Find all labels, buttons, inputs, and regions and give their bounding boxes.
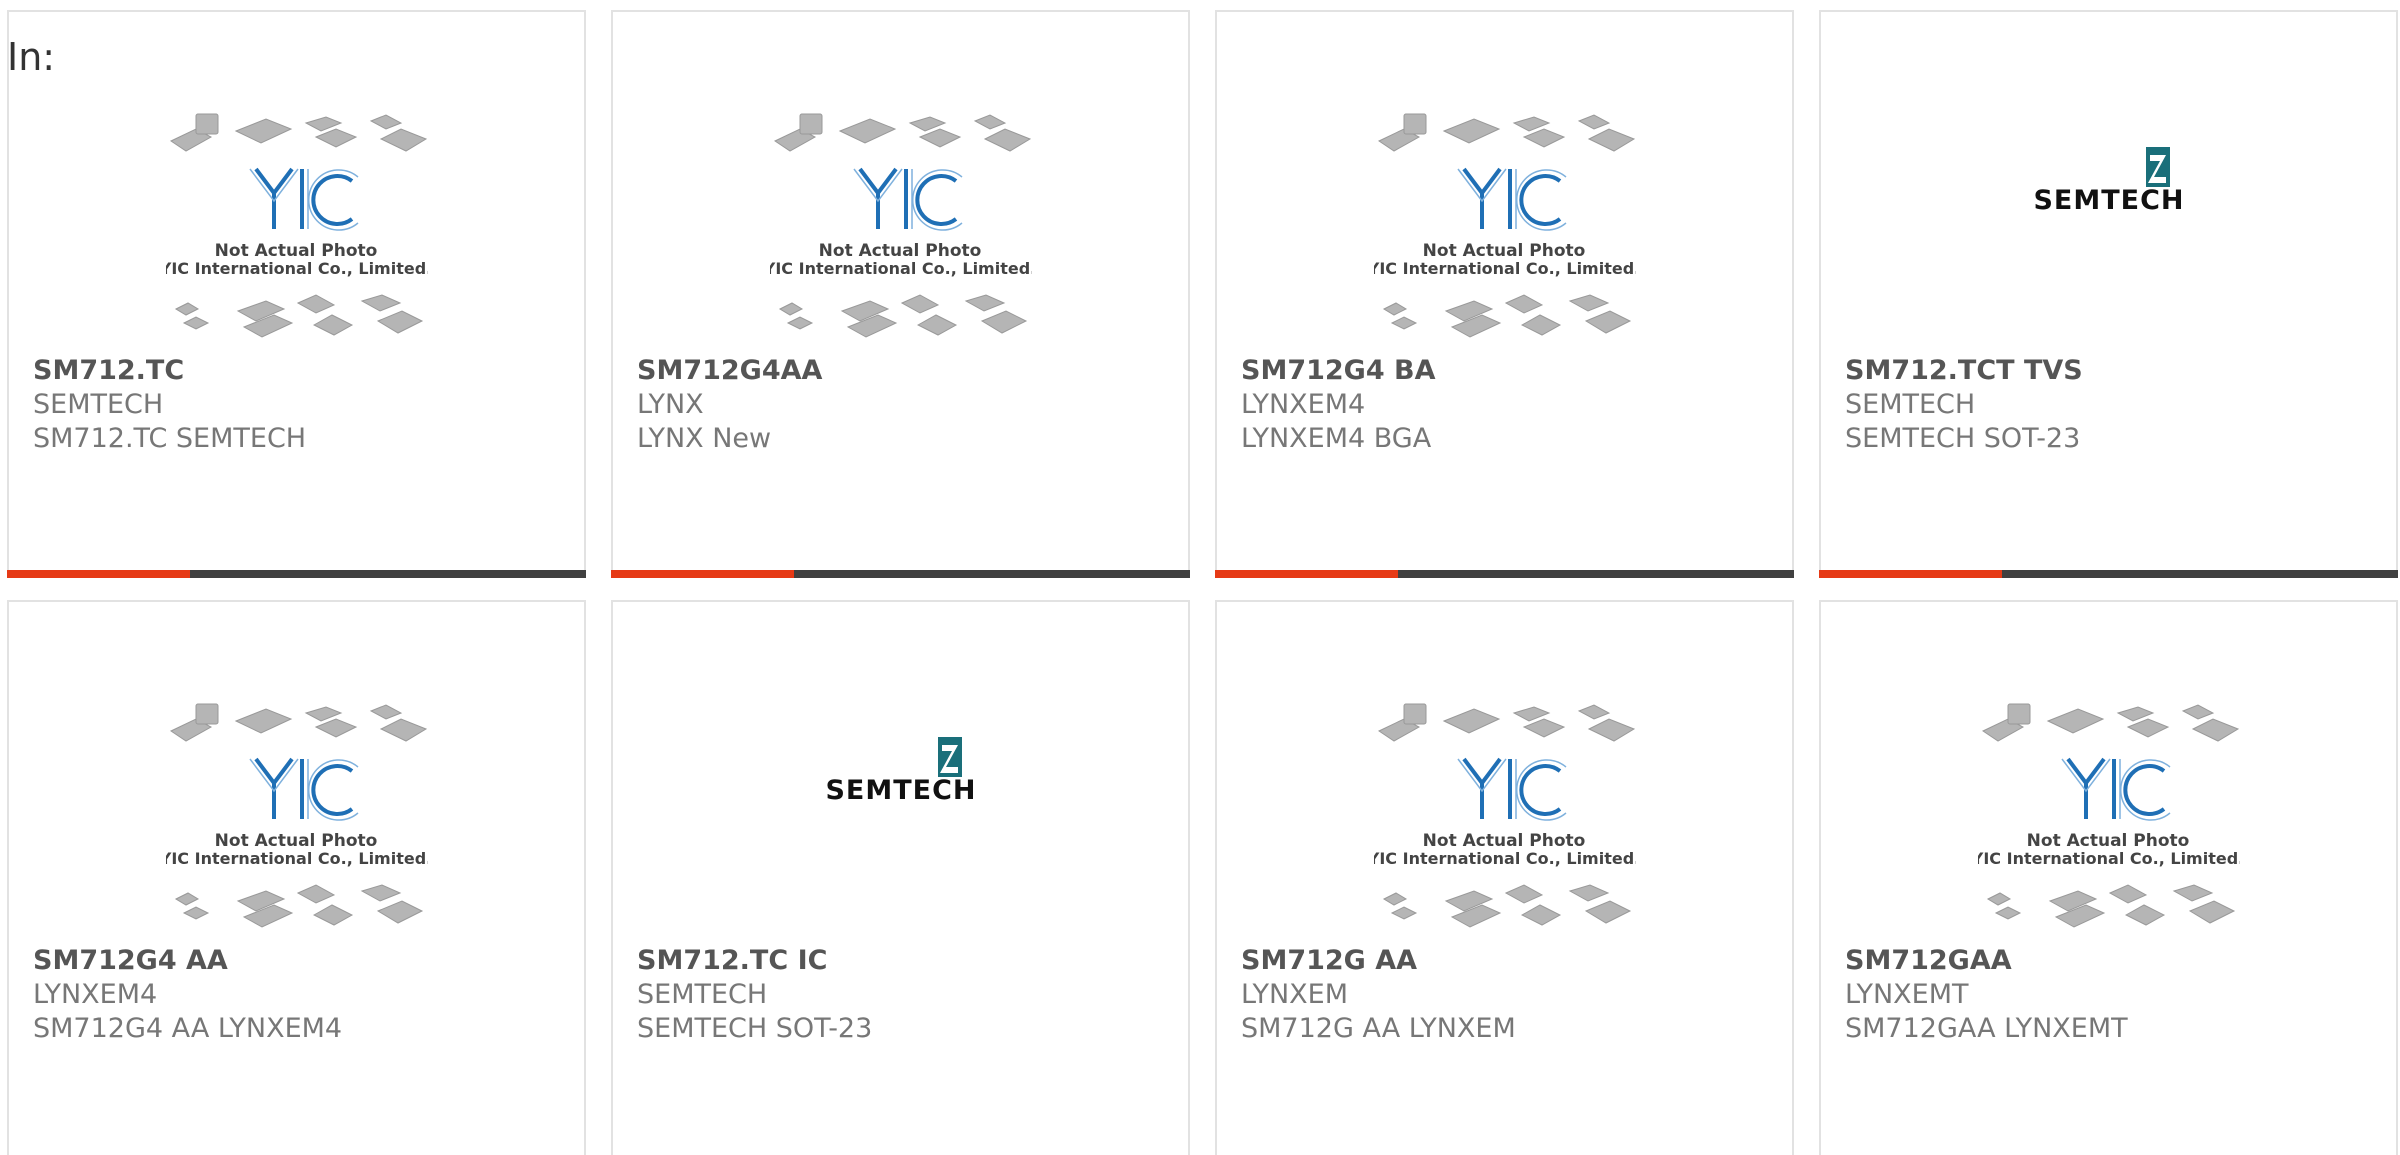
description: SM712G4 AA LYNXEM4	[33, 1013, 343, 1044]
card-accent-bar	[7, 570, 190, 578]
card-bottom-bar	[7, 570, 586, 578]
manufacturer: LYNXEM4	[33, 979, 158, 1010]
manufacturer: SEMTECH	[33, 389, 164, 420]
placeholder-image[interactable]	[613, 92, 1188, 362]
part-number[interactable]: SM712G4 AA	[33, 944, 574, 978]
card-accent-bar	[611, 570, 794, 578]
card-bottom-bar	[1215, 570, 1794, 578]
manufacturer: LYNX	[637, 389, 704, 420]
product-info: SM712.TC IC SEMTECH SEMTECH SOT-23	[637, 944, 1178, 1046]
placeholder-image[interactable]	[1821, 682, 2396, 952]
manufacturer: SEMTECH	[1845, 389, 1976, 420]
part-number[interactable]: SM712.TC IC	[637, 944, 1178, 978]
product-info: SM712G4 AA LYNXEM4 SM712G4 AA LYNXEM4	[33, 944, 574, 1046]
placeholder-image[interactable]	[9, 682, 584, 952]
product-card[interactable]: SEMTECH SM712.TCT TVS SEMTECH SEMTECH SOT-2…	[1819, 10, 2398, 578]
description: SEMTECH SOT-23	[637, 1013, 873, 1044]
product-info: SM712.TC SEMTECH SM712.TC SEMTECH	[33, 354, 574, 456]
product-info: SM712G4 BA LYNXEM4 LYNXEM4 BGA	[1241, 354, 1782, 456]
placeholder-image[interactable]	[1217, 92, 1792, 362]
product-card[interactable]: SM712G4AA LYNX LYNX New	[611, 10, 1190, 578]
product-card[interactable]: SM712G AA LYNXEM SM712G AA LYNXEM	[1215, 600, 1794, 1155]
part-number[interactable]: SM712GAA	[1845, 944, 2386, 978]
manufacturer: LYNXEMT	[1845, 979, 1969, 1010]
product-card[interactable]: SM712G4 AA LYNXEM4 SM712G4 AA LYNXEM4	[7, 600, 586, 1155]
description: SM712.TC SEMTECH	[33, 423, 307, 454]
description: SEMTECH SOT-23	[1845, 423, 2081, 454]
product-card[interactable]: SEMTECH SM712.TC IC SEMTECH SEMTECH SOT-23	[611, 600, 1190, 1155]
product-card[interactable]: SM712.TC SEMTECH SM712.TC SEMTECH	[7, 10, 586, 578]
card-accent-bar	[1215, 570, 1398, 578]
manufacturer: LYNXEM4	[1241, 389, 1366, 420]
product-info: SM712G AA LYNXEM SM712G AA LYNXEM	[1241, 944, 1782, 1046]
filter-label: In:	[7, 35, 56, 79]
semtech-logo-image[interactable]: SEMTECH	[1821, 92, 2396, 362]
placeholder-image[interactable]	[9, 92, 584, 362]
product-info: SM712GAA LYNXEMT SM712GAA LYNXEMT	[1845, 944, 2386, 1046]
product-info: SM712G4AA LYNX LYNX New	[637, 354, 1178, 456]
product-card[interactable]: SM712GAA LYNXEMT SM712GAA LYNXEMT	[1819, 600, 2398, 1155]
semtech-logo-text: SEMTECH	[2033, 185, 2184, 216]
card-accent-bar	[1819, 570, 2002, 578]
product-info: SM712.TCT TVS SEMTECH SEMTECH SOT-23	[1845, 354, 2386, 456]
manufacturer: SEMTECH	[637, 979, 768, 1010]
product-results-page: In: SM712.TC SEMTECH SM712.TC SEMTECH SM712…	[0, 0, 2400, 1155]
description: SM712GAA LYNXEMT	[1845, 1013, 2128, 1044]
description: LYNX New	[637, 423, 772, 454]
part-number[interactable]: SM712G AA	[1241, 944, 1782, 978]
card-bottom-bar	[1819, 570, 2398, 578]
part-number[interactable]: SM712.TC	[33, 354, 574, 388]
part-number[interactable]: SM712G4 BA	[1241, 354, 1782, 388]
product-grid: SM712.TC SEMTECH SM712.TC SEMTECH SM712G4AA…	[7, 10, 2398, 1155]
description: LYNXEM4 BGA	[1241, 423, 1432, 454]
placeholder-image[interactable]	[1217, 682, 1792, 952]
description: SM712G AA LYNXEM	[1241, 1013, 1516, 1044]
product-card[interactable]: SM712G4 BA LYNXEM4 LYNXEM4 BGA	[1215, 10, 1794, 578]
semtech-logo-image[interactable]: SEMTECH	[613, 682, 1188, 952]
part-number[interactable]: SM712.TCT TVS	[1845, 354, 2386, 388]
semtech-logo-text: SEMTECH	[825, 775, 976, 806]
card-bottom-bar	[611, 570, 1190, 578]
part-number[interactable]: SM712G4AA	[637, 354, 1178, 388]
manufacturer: LYNXEM	[1241, 979, 1348, 1010]
